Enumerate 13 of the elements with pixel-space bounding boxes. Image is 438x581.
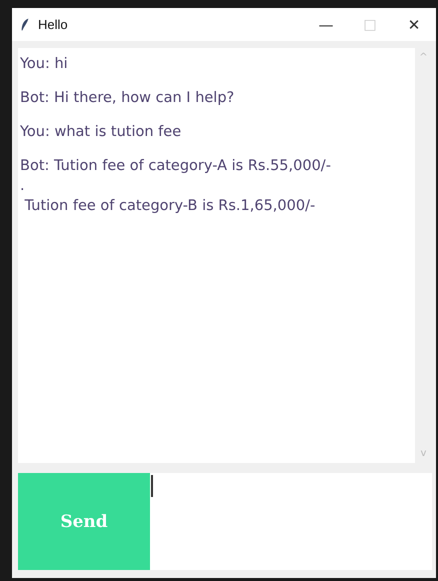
send-button[interactable]: Send [18, 473, 150, 570]
window-title: Hello [38, 17, 68, 32]
close-button[interactable]: ✕ [392, 8, 436, 41]
chat-message-line: Bot: Hi there, how can I help? [20, 89, 236, 108]
chat-message-line: Bot: Tution fee of category-A is Rs.55,000/- [20, 157, 332, 176]
feather-icon [20, 17, 30, 32]
maximize-button[interactable]: □ [348, 8, 392, 41]
chat-message-line: Tution fee of category-B is Rs.1,65,000/- [24, 197, 316, 216]
chat-message-line: You: hi [20, 55, 69, 74]
chat-message-line: You: what is tution fee [20, 123, 182, 142]
chat-message-line: . [20, 177, 26, 196]
scroll-up-button[interactable]: ^ [419, 52, 428, 63]
minimize-button[interactable]: — [304, 8, 348, 41]
